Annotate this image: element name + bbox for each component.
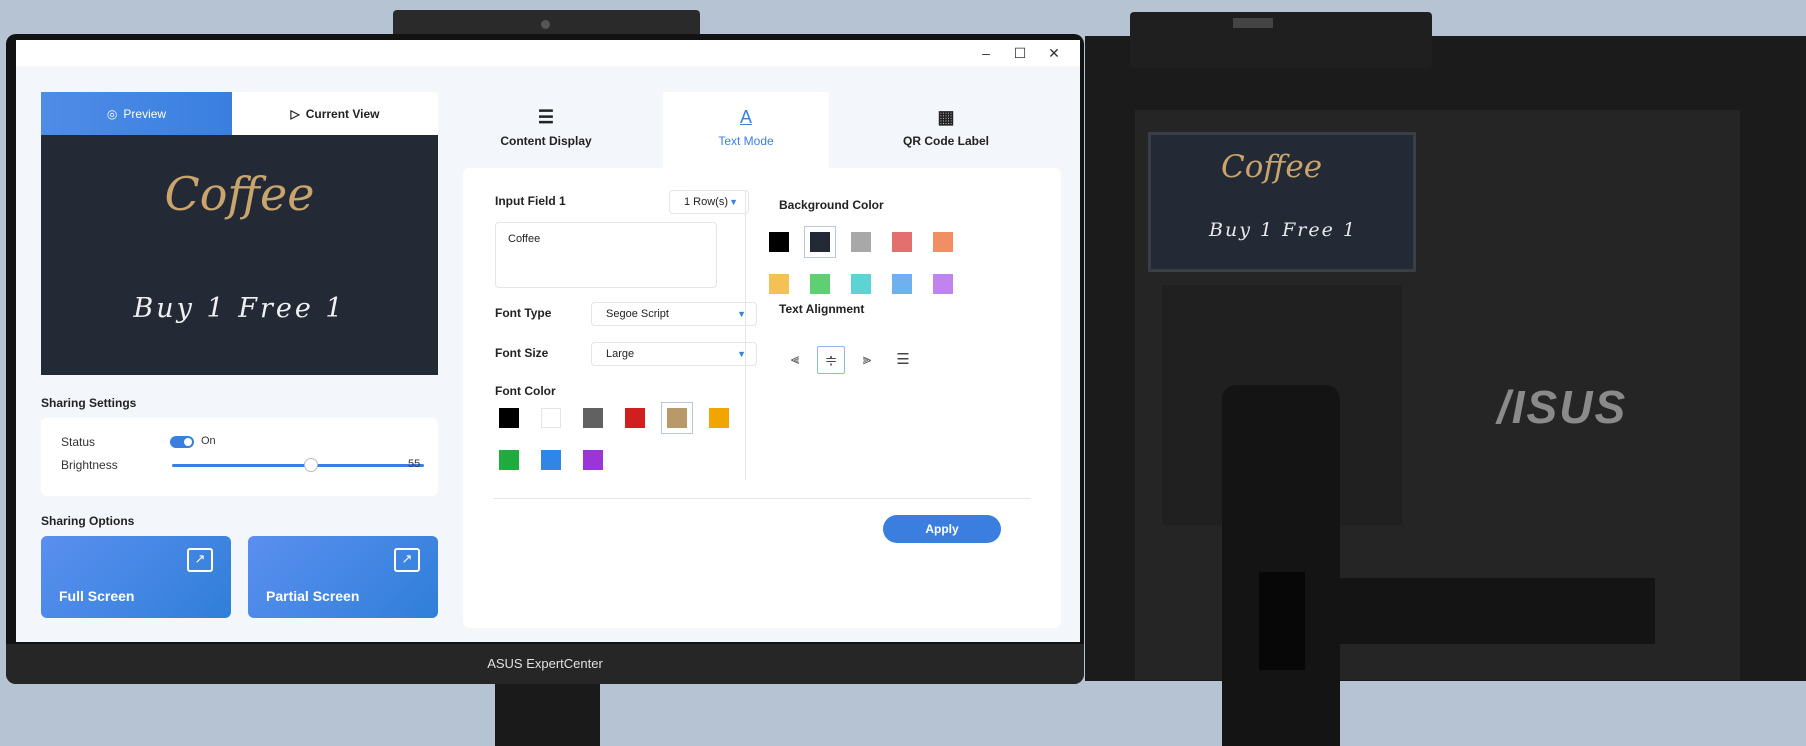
font-color-swatch[interactable]	[583, 450, 603, 470]
full-screen-label: Full Screen	[59, 588, 135, 604]
background-color-swatch[interactable]	[851, 232, 871, 252]
font-size-dropdown[interactable]: Large ▼	[591, 342, 757, 366]
qr-code-icon: ▦	[937, 107, 955, 127]
tab-content-display-label: Content Display	[500, 134, 592, 148]
background-color-swatch[interactable]	[851, 274, 871, 294]
status-label: Status	[61, 435, 96, 449]
font-size-value: Large	[606, 348, 635, 360]
text-mode-icon: A	[739, 107, 752, 127]
align-right-icon[interactable]: ⫸	[853, 346, 881, 374]
tab-preview-label: Preview	[123, 106, 167, 121]
align-left-icon[interactable]: ⫷	[781, 346, 809, 374]
close-button[interactable]: ✕	[1044, 44, 1064, 62]
title-bar: – ☐ ✕	[16, 40, 1080, 66]
font-color-swatch[interactable]	[625, 408, 645, 428]
background-color-swatch[interactable]	[810, 274, 830, 294]
text-mode-editor: Input Field 1 1 Row(s) ▼ Coffee Font Typ…	[463, 168, 1061, 628]
font-color-swatch[interactable]	[661, 402, 693, 434]
apply-button[interactable]: Apply	[883, 515, 1001, 543]
partial-screen-label: Partial Screen	[266, 588, 360, 604]
font-type-dropdown[interactable]: Segoe Script ▼	[591, 302, 757, 326]
partial-screen-button[interactable]: ↗ Partial Screen	[248, 536, 438, 618]
align-justify-icon[interactable]: ☰	[889, 346, 917, 374]
align-center-icon[interactable]: ≑	[817, 346, 845, 374]
background-color-swatch[interactable]	[769, 232, 789, 252]
font-color-swatch[interactable]	[499, 450, 519, 470]
preview-display: Coffee Buy 1 Free 1	[41, 135, 438, 375]
rear-display-line1: Coffee	[1221, 149, 1323, 185]
full-screen-button[interactable]: ↗ Full Screen	[41, 536, 231, 618]
background-color-label: Background Color	[779, 198, 884, 212]
tab-content-display[interactable]: ☰ Content Display	[463, 92, 629, 168]
preview-line1: Coffee	[164, 167, 315, 221]
partial-screen-icon: ↗	[394, 548, 420, 572]
tab-qr-code-label[interactable]: ▦ QR Code Label	[863, 92, 1029, 168]
rear-brand-logo: /ISUS	[1497, 381, 1628, 433]
sharing-settings-title: Sharing Settings	[41, 396, 137, 410]
brightness-value: 55	[408, 458, 421, 470]
preview-line2: Buy 1 Free 1	[133, 293, 346, 324]
tab-preview[interactable]: ◎ Preview	[41, 92, 232, 135]
rear-display-line2: Buy 1 Free 1	[1209, 219, 1357, 241]
tab-text-mode-label: Text Mode	[718, 134, 774, 148]
view-tabs: ◎ Preview ▷ Current View	[41, 92, 438, 135]
minimize-button[interactable]: –	[976, 44, 996, 62]
tab-text-mode[interactable]: A Text Mode	[663, 92, 829, 168]
chevron-down-icon: ▼	[729, 197, 738, 207]
rear-stand	[1222, 385, 1340, 746]
rear-display: Coffee Buy 1 Free 1	[1148, 132, 1416, 272]
background-color-swatch[interactable]	[933, 274, 953, 294]
font-size-label: Font Size	[495, 346, 549, 360]
background-color-swatch[interactable]	[804, 226, 836, 258]
rear-webcam	[1130, 12, 1432, 68]
divider	[745, 190, 746, 480]
maximize-button[interactable]: ☐	[1010, 44, 1030, 62]
rear-io-ports	[1340, 578, 1655, 644]
font-color-swatch[interactable]	[709, 408, 729, 428]
font-color-swatch[interactable]	[499, 408, 519, 428]
divider	[493, 498, 1031, 499]
background-color-swatch[interactable]	[769, 274, 789, 294]
status-toggle[interactable]	[170, 436, 194, 448]
background-color-swatch[interactable]	[933, 232, 953, 252]
tab-qr-code-label-label: QR Code Label	[902, 134, 989, 148]
input-field-label: Input Field 1	[495, 194, 566, 208]
background-color-swatch[interactable]	[892, 274, 912, 294]
front-stand	[495, 680, 600, 746]
front-monitor-chin: ASUS ExpertCenter	[6, 644, 1084, 684]
rows-dropdown[interactable]: 1 Row(s) ▼	[669, 190, 749, 214]
tab-current-view-label: Current View	[305, 106, 380, 121]
font-color-swatch[interactable]	[541, 408, 561, 428]
sharing-options-title: Sharing Options	[41, 514, 135, 528]
font-type-value: Segoe Script	[606, 308, 669, 320]
full-screen-icon: ↗	[187, 548, 213, 572]
view-icon: ▷	[290, 106, 300, 121]
content-display-icon: ☰	[537, 107, 555, 127]
tab-current-view[interactable]: ▷ Current View	[232, 92, 438, 135]
app-window: – ☐ ✕ ◎ Preview ▷ Current View Coffee Bu…	[16, 40, 1080, 642]
sharing-settings-card: Status On Brightness 55	[41, 418, 438, 496]
font-color-swatch[interactable]	[583, 408, 603, 428]
eye-icon: ◎	[106, 106, 118, 121]
input-field-textarea[interactable]: Coffee	[495, 222, 717, 288]
font-color-swatch[interactable]	[541, 450, 561, 470]
background-color-swatch[interactable]	[892, 232, 912, 252]
rows-dropdown-value: 1 Row(s)	[684, 196, 729, 208]
brightness-slider-thumb[interactable]	[303, 458, 318, 472]
brightness-label: Brightness	[61, 458, 118, 472]
font-color-label: Font Color	[495, 384, 556, 398]
status-value: On	[201, 435, 216, 447]
monitor-brand-label: ASUS ExpertCenter	[487, 656, 603, 671]
brightness-slider[interactable]	[172, 464, 424, 467]
text-alignment-label: Text Alignment	[779, 302, 865, 316]
font-type-label: Font Type	[495, 306, 552, 320]
